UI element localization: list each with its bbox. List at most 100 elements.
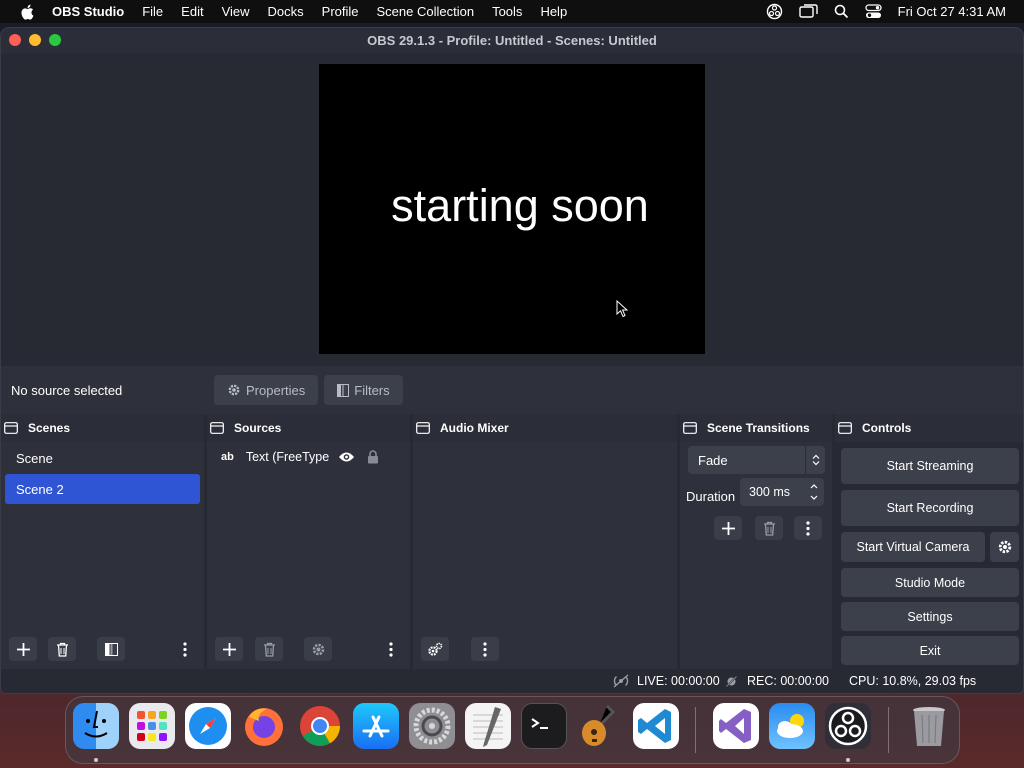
obs-icon[interactable] — [825, 703, 871, 749]
trash-icon[interactable] — [906, 703, 952, 749]
launchpad-icon[interactable] — [129, 703, 175, 749]
visibility-eye-icon[interactable] — [338, 451, 355, 463]
menu-bar: OBS Studio File Edit View Docks Profile … — [0, 0, 1024, 23]
menu-tools[interactable]: Tools — [492, 4, 522, 19]
transition-properties-button[interactable] — [794, 516, 822, 540]
filter-icon — [337, 383, 350, 397]
source-item-label: Text (FreeType — [245, 450, 330, 464]
remove-transition-button[interactable] — [755, 516, 783, 540]
cpu-fps-status: CPU: 10.8%, 29.03 fps — [849, 674, 977, 688]
duration-label: Duration — [686, 489, 736, 504]
scenes-more-button[interactable] — [171, 637, 199, 661]
filters-button[interactable]: Filters — [324, 375, 403, 405]
program-preview[interactable]: starting soon — [319, 64, 705, 354]
menu-file[interactable]: File — [142, 4, 163, 19]
scenes-dock-title: Scenes — [28, 421, 71, 435]
visual-studio-icon[interactable] — [713, 703, 759, 749]
system-settings-icon[interactable] — [409, 703, 455, 749]
spin-arrows-icon[interactable] — [806, 478, 822, 506]
menu-app-name[interactable]: OBS Studio — [52, 4, 124, 19]
macos-dock — [65, 696, 960, 764]
window-zoom-button[interactable] — [49, 34, 61, 46]
sources-more-button[interactable] — [377, 637, 405, 661]
menu-scene-collection[interactable]: Scene Collection — [377, 4, 475, 19]
dock-float-icon[interactable] — [416, 422, 430, 434]
remove-scene-button[interactable] — [48, 637, 76, 661]
scenes-list: Scene Scene 2 — [1, 442, 204, 669]
spotlight-search-icon[interactable] — [834, 4, 849, 19]
garageband-icon[interactable] — [577, 703, 623, 749]
window-titlebar[interactable]: OBS 29.1.3 - Profile: Untitled - Scenes:… — [1, 28, 1023, 53]
window-close-button[interactable] — [9, 34, 21, 46]
advanced-audio-button[interactable] — [421, 637, 449, 661]
add-source-button[interactable] — [215, 637, 243, 661]
finder-icon[interactable] — [73, 703, 119, 749]
start-recording-button[interactable]: Start Recording — [841, 490, 1019, 526]
preview-text: starting soon — [391, 180, 649, 231]
scenes-dock: Scenes Scene Scene 2 — [1, 414, 204, 669]
dock-float-icon[interactable] — [838, 422, 852, 434]
weather-icon[interactable] — [769, 703, 815, 749]
properties-label: Properties — [246, 382, 306, 398]
live-broadcast-icon — [613, 674, 629, 688]
scene-item-selected[interactable]: Scene 2 — [5, 474, 200, 504]
add-scene-button[interactable] — [9, 637, 37, 661]
source-properties-button[interactable] — [304, 637, 332, 661]
firefox-icon[interactable] — [241, 703, 287, 749]
lock-icon[interactable] — [367, 450, 379, 464]
dock-float-icon[interactable] — [210, 422, 224, 434]
rec-status-icon — [725, 674, 738, 688]
scene-filters-button[interactable] — [97, 637, 125, 661]
menu-edit[interactable]: Edit — [181, 4, 203, 19]
settings-button[interactable]: Settings — [841, 602, 1019, 631]
scene-item-label: Scene — [16, 450, 53, 466]
controls-dock-header[interactable]: Controls — [835, 414, 1023, 442]
start-virtual-camera-button[interactable]: Start Virtual Camera — [841, 532, 985, 562]
sources-dock-header[interactable]: Sources — [207, 414, 410, 442]
plus-icon — [16, 642, 30, 656]
menu-profile[interactable]: Profile — [322, 4, 359, 19]
sources-list: ab Text (FreeType — [207, 442, 410, 669]
transitions-body: Fade Duration 300 ms — [680, 442, 832, 669]
menubar-clock[interactable]: Fri Oct 27 4:31 AM — [898, 4, 1006, 19]
sources-dock: Sources ab Text (FreeType — [207, 414, 410, 669]
scenes-dock-header[interactable]: Scenes — [1, 414, 204, 442]
chevron-updown-icon — [805, 446, 825, 474]
dock-float-icon[interactable] — [4, 422, 18, 434]
safari-icon[interactable] — [185, 703, 231, 749]
transitions-dock-header[interactable]: Scene Transitions — [680, 414, 832, 442]
studio-mode-button[interactable]: Studio Mode — [841, 568, 1019, 597]
duration-value: 300 ms — [749, 485, 790, 499]
dock-float-icon[interactable] — [683, 422, 697, 434]
start-streaming-button[interactable]: Start Streaming — [841, 448, 1019, 484]
rec-timer: REC: 00:00:00 — [747, 674, 829, 688]
remove-source-button[interactable] — [255, 637, 283, 661]
audio-mixer-more-button[interactable] — [471, 637, 499, 661]
add-transition-button[interactable] — [714, 516, 742, 540]
chrome-icon[interactable] — [297, 703, 343, 749]
apple-icon[interactable] — [18, 4, 36, 20]
transition-select[interactable]: Fade — [688, 446, 825, 474]
more-vertical-icon — [806, 520, 810, 536]
window-minimize-button[interactable] — [29, 34, 41, 46]
audio-mixer-dock-header[interactable]: Audio Mixer — [413, 414, 677, 442]
gear-icon — [228, 384, 240, 396]
exit-button[interactable]: Exit — [841, 636, 1019, 665]
menu-docks[interactable]: Docks — [268, 4, 304, 19]
obs-status-icon[interactable] — [766, 3, 783, 20]
screen-mirroring-icon[interactable] — [798, 4, 818, 19]
trash-icon — [763, 521, 775, 536]
vscode-icon[interactable] — [633, 703, 679, 749]
window-title: OBS 29.1.3 - Profile: Untitled - Scenes:… — [367, 33, 657, 48]
control-center-icon[interactable] — [864, 4, 882, 19]
menu-help[interactable]: Help — [540, 4, 567, 19]
duration-spinbox[interactable]: 300 ms — [740, 478, 824, 506]
menu-view[interactable]: View — [222, 4, 250, 19]
terminal-icon[interactable] — [521, 703, 567, 749]
virtual-camera-settings-button[interactable] — [990, 532, 1019, 562]
scene-item[interactable]: Scene — [5, 443, 200, 473]
source-item[interactable]: ab Text (FreeType — [207, 442, 410, 472]
properties-button[interactable]: Properties — [214, 375, 319, 405]
textedit-icon[interactable] — [465, 703, 511, 749]
app-store-icon[interactable] — [353, 703, 399, 749]
